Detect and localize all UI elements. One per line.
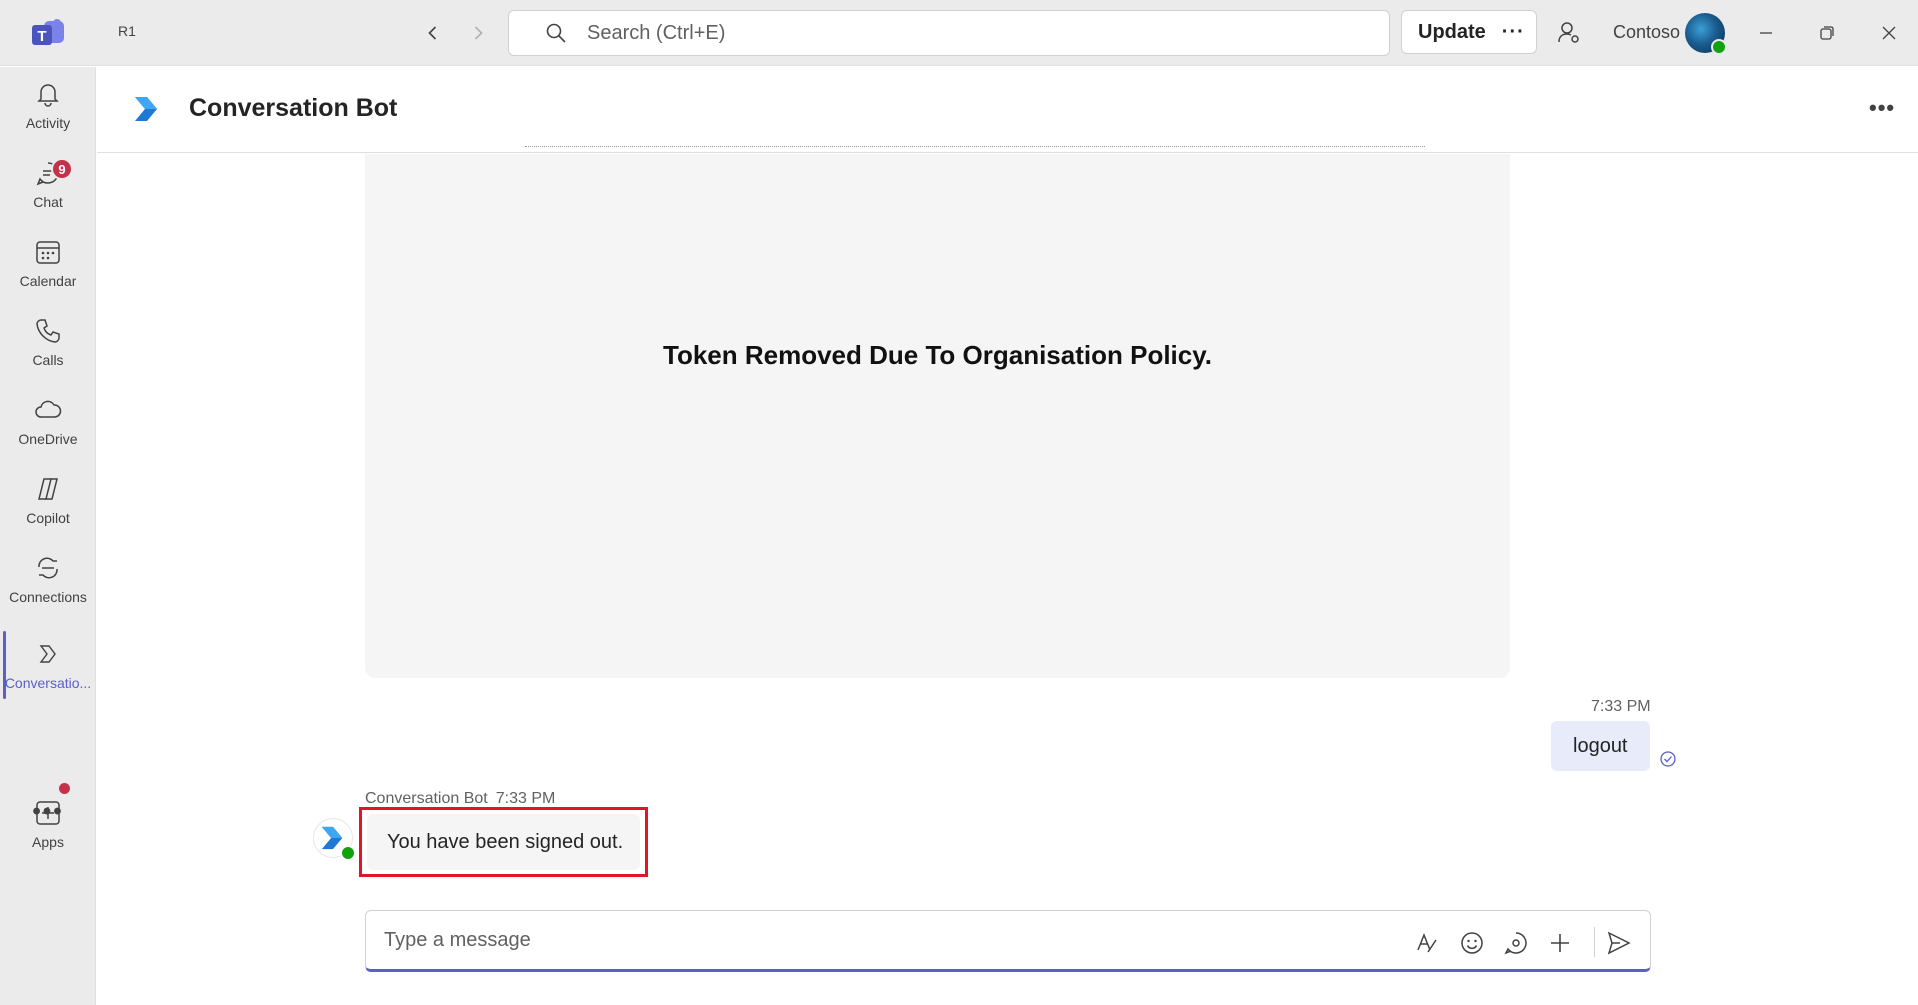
plus-icon bbox=[1551, 934, 1569, 952]
chat-header: Conversation Bot ••• bbox=[97, 67, 1918, 153]
rail-item-label: Copilot bbox=[26, 510, 70, 526]
loop-component-button[interactable] bbox=[1502, 929, 1530, 957]
people-settings-button[interactable] bbox=[1554, 18, 1584, 48]
rail-item-label: Calendar bbox=[19, 273, 77, 289]
send-button[interactable] bbox=[1605, 929, 1633, 957]
notification-dot bbox=[59, 783, 70, 794]
close-icon bbox=[1882, 26, 1896, 40]
org-name: Contoso bbox=[1613, 22, 1681, 42]
search-icon bbox=[546, 23, 566, 43]
outgoing-timestamp: 7:33 PM bbox=[1591, 698, 1651, 715]
compose-divider bbox=[1594, 927, 1595, 957]
read-receipt-icon bbox=[1660, 751, 1676, 767]
update-label: Update bbox=[1418, 20, 1486, 43]
window-badge: R1 bbox=[118, 23, 136, 39]
clipped-text-line bbox=[525, 146, 1425, 156]
teams-logo-icon[interactable]: T bbox=[30, 17, 66, 49]
update-button[interactable]: Update ··· bbox=[1401, 10, 1537, 54]
rail-item-copilot[interactable]: Copilot bbox=[0, 474, 96, 546]
phone-icon bbox=[36, 319, 60, 343]
bot-avatar[interactable] bbox=[313, 818, 356, 861]
rail-item-connections[interactable]: Connections bbox=[0, 553, 96, 625]
connections-icon bbox=[38, 557, 58, 579]
rail-item-conversation-bot[interactable]: Conversatio... bbox=[0, 639, 96, 711]
rail-item-label: Conversatio... bbox=[4, 675, 92, 691]
minimize-icon bbox=[1760, 32, 1772, 34]
restore-icon bbox=[1820, 26, 1834, 40]
chevron-right-icon bbox=[474, 26, 483, 40]
back-button[interactable] bbox=[418, 18, 448, 48]
format-button[interactable] bbox=[1413, 929, 1441, 957]
sender-name: Conversation Bot bbox=[365, 790, 488, 807]
format-text-icon bbox=[1417, 932, 1437, 953]
bell-icon bbox=[37, 84, 59, 107]
update-more-icon: ··· bbox=[1501, 20, 1525, 43]
rail-item-label: Apps bbox=[32, 834, 64, 850]
incoming-meta: Conversation Bot 7:33 PM bbox=[365, 790, 555, 808]
conversation-bot-logo-icon bbox=[135, 97, 157, 121]
rail-item-label: Connections bbox=[9, 589, 87, 605]
title-bar: T R1 Update ··· Contoso bbox=[0, 0, 1918, 66]
card-message: Token Removed Due To Organisation Policy… bbox=[663, 340, 1212, 370]
user-avatar[interactable] bbox=[1685, 13, 1727, 55]
rail-item-label: OneDrive bbox=[18, 431, 78, 447]
minimize-button[interactable] bbox=[1749, 16, 1783, 50]
bot-app-icon bbox=[39, 645, 56, 663]
send-icon bbox=[1607, 931, 1631, 955]
adaptive-card: Token Removed Due To Organisation Policy… bbox=[365, 146, 1510, 678]
rail-item-label: Chat bbox=[33, 194, 63, 210]
rail-item-label: Activity bbox=[25, 115, 71, 131]
chat-title: Conversation Bot bbox=[189, 94, 398, 122]
app-rail: Activity 9 Chat Calendar Calls OneDrive … bbox=[0, 67, 96, 1005]
add-apps-icon bbox=[36, 801, 60, 825]
rail-item-onedrive[interactable]: OneDrive bbox=[0, 395, 96, 467]
cloud-icon bbox=[35, 400, 62, 418]
presence-available-icon bbox=[1711, 39, 1727, 55]
chat-unread-badge: 9 bbox=[51, 158, 73, 180]
svg-text:T: T bbox=[37, 28, 46, 45]
calendar-icon bbox=[36, 241, 60, 264]
attach-button[interactable] bbox=[1546, 929, 1574, 957]
search-bar[interactable] bbox=[508, 10, 1390, 56]
forward-button[interactable] bbox=[463, 18, 493, 48]
close-button[interactable] bbox=[1872, 16, 1906, 50]
rail-item-activity[interactable]: Activity bbox=[0, 79, 96, 151]
highlight-box bbox=[359, 807, 648, 877]
message-input[interactable] bbox=[384, 928, 1364, 952]
copilot-icon bbox=[38, 478, 58, 500]
search-input[interactable] bbox=[587, 21, 1347, 45]
person-settings-icon bbox=[1558, 22, 1579, 43]
outgoing-message[interactable]: logout bbox=[1551, 721, 1650, 771]
header-more-icon[interactable]: ••• bbox=[1869, 95, 1895, 121]
rail-item-chat[interactable]: 9 Chat bbox=[0, 158, 96, 230]
incoming-timestamp: 7:33 PM bbox=[495, 790, 556, 807]
rail-item-calendar[interactable]: Calendar bbox=[0, 237, 96, 309]
presence-available-icon bbox=[340, 845, 356, 861]
rail-item-calls[interactable]: Calls bbox=[0, 316, 96, 388]
compose-box[interactable] bbox=[365, 910, 1651, 972]
rail-item-apps[interactable]: Apps bbox=[0, 798, 96, 870]
chevron-left-icon bbox=[428, 26, 437, 40]
loop-icon bbox=[1504, 932, 1527, 955]
emoji-button[interactable] bbox=[1458, 929, 1486, 957]
rail-item-label: Calls bbox=[32, 352, 64, 368]
emoji-icon bbox=[1461, 932, 1483, 954]
restore-button[interactable] bbox=[1810, 16, 1844, 50]
